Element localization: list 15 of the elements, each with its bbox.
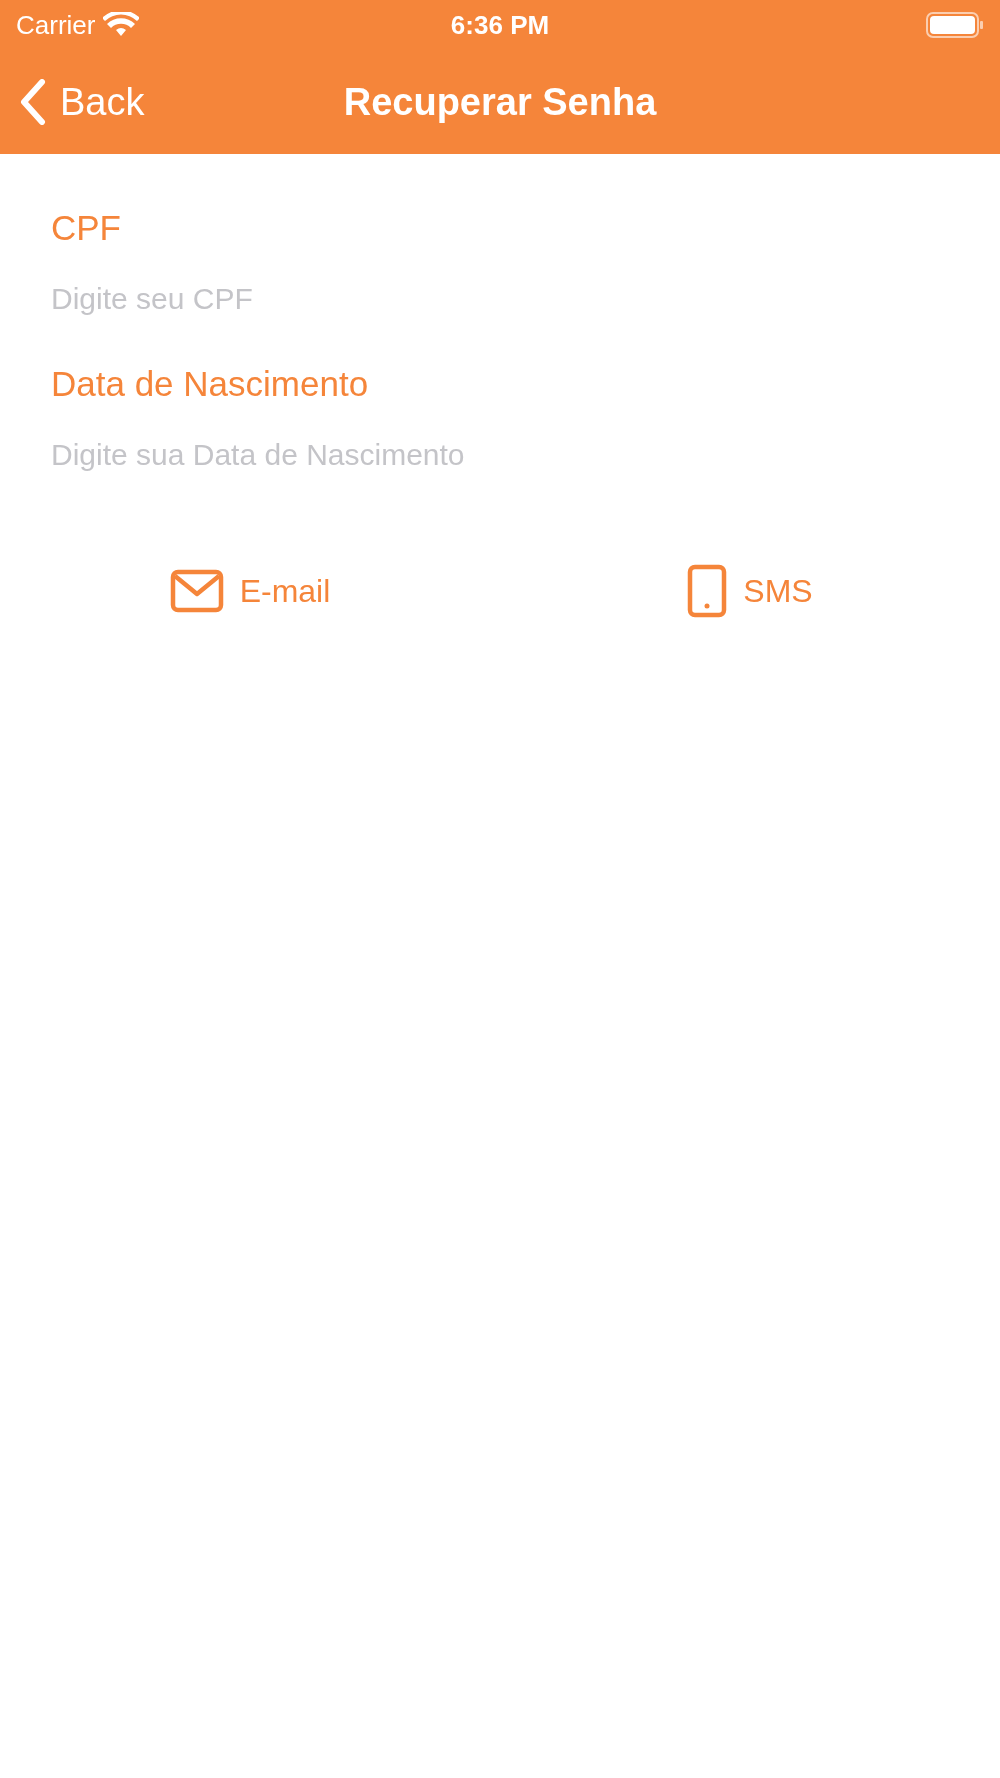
back-button[interactable]: Back bbox=[20, 73, 145, 131]
input-field[interactable]: Digite seu CPF bbox=[51, 276, 949, 320]
battery-icon bbox=[926, 12, 984, 38]
status-time: 6:36 PM bbox=[450, 8, 550, 42]
option-button[interactable]: E-mail bbox=[169, 564, 331, 618]
field-label: Data de Nascimento bbox=[51, 363, 370, 405]
field-label: CPF bbox=[51, 207, 122, 249]
wifi-icon bbox=[103, 12, 140, 38]
envelope-icon bbox=[169, 569, 224, 613]
chevron-left-icon bbox=[20, 79, 46, 125]
screen-title: Recuperar Senha bbox=[343, 79, 657, 125]
option-button[interactable]: SMS bbox=[687, 564, 813, 618]
phone-icon bbox=[687, 564, 728, 618]
carrier-name: Carrier bbox=[16, 8, 96, 42]
input-field[interactable]: Digite sua Data de Nascimento bbox=[51, 432, 949, 476]
